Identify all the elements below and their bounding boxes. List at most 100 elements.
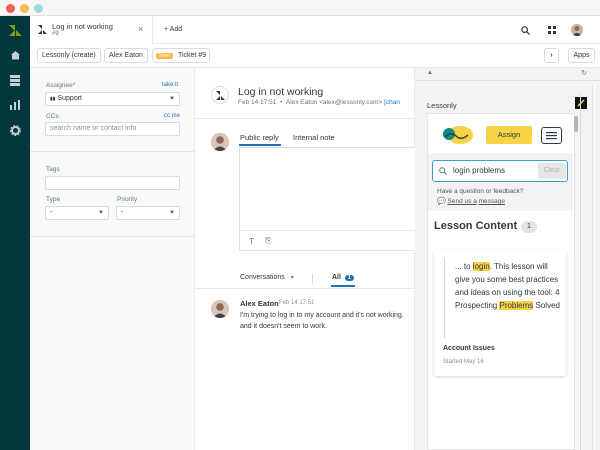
panel-scrollbar[interactable] <box>592 86 596 450</box>
product-tray-icon[interactable] <box>548 26 556 34</box>
app-scrollbar[interactable] <box>574 116 578 132</box>
tab-internal-note[interactable]: Internal note <box>293 133 335 142</box>
reload-icon[interactable]: ↻ <box>581 69 587 77</box>
ticket-channel-link[interactable]: [chan <box>384 99 400 106</box>
home-icon[interactable] <box>0 47 30 63</box>
filter-all-count: 1 <box>344 275 354 281</box>
ticket-meta: Feb 14 17:51 • Alex Eaton <alex@lessonly… <box>238 99 415 106</box>
lesson-content-heading: Lesson Content <box>434 220 518 232</box>
assignee-select[interactable]: ▮▮ Support ▼ <box>45 92 180 106</box>
chevron-down-icon: ▼ <box>169 210 175 216</box>
next-button[interactable]: › <box>544 48 559 63</box>
quote-bar <box>444 258 445 338</box>
send-us-link[interactable]: Send us a <box>448 198 477 205</box>
assign-button[interactable]: Assign <box>486 126 532 144</box>
editor-toolbar-divider <box>239 230 415 231</box>
window-titlebar <box>0 0 600 16</box>
chevron-down-icon: ▼ <box>169 96 175 102</box>
divider <box>415 80 600 81</box>
filter-all[interactable]: All 1 <box>332 274 354 281</box>
snippet-highlight: Problems <box>499 301 534 310</box>
ticket-requester: Alex Eaton <alex@lessonly.com> <box>285 99 383 106</box>
type-value: - <box>50 209 53 216</box>
text-format-icon[interactable]: T <box>249 237 254 246</box>
new-status-badge: New <box>156 53 174 59</box>
divider <box>30 236 195 237</box>
ticket-tab[interactable]: Log in not working #9 × <box>30 16 153 44</box>
channel-icon <box>211 86 229 104</box>
lessonly-app-logo <box>575 97 587 109</box>
group-icon: ▮▮ <box>50 96 56 102</box>
ticket-icon <box>38 25 47 34</box>
clear-button[interactable]: Clear <box>538 163 566 179</box>
agent-avatar <box>211 133 229 151</box>
admin-gear-icon[interactable] <box>0 122 30 138</box>
hamburger-icon <box>546 132 557 140</box>
priority-select[interactable]: - ▼ <box>116 206 180 220</box>
breadcrumb-ticket-label: Ticket #9 <box>177 52 207 59</box>
cc-me-link[interactable]: cc me <box>164 113 180 119</box>
close-window-button[interactable] <box>6 4 15 13</box>
search-value: login problems <box>453 166 506 175</box>
search-icon[interactable] <box>521 26 530 35</box>
breadcrumb-org[interactable]: Lessonly (create) <box>37 48 101 63</box>
result-title[interactable]: Account Issues <box>443 345 495 352</box>
divider <box>195 288 415 289</box>
breadcrumb-ticket[interactable]: New Ticket #9 <box>152 48 210 63</box>
lesson-search-input[interactable]: login problems Clear <box>432 160 568 182</box>
type-select[interactable]: - ▼ <box>45 206 109 220</box>
ccs-label: CCs <box>46 113 59 120</box>
snippet-text: ... to <box>455 262 471 271</box>
feedback-line: 💬 Send us a message <box>437 197 505 205</box>
ticket-main <box>195 68 415 450</box>
menu-button[interactable] <box>541 127 562 144</box>
close-tab-icon[interactable]: × <box>138 24 143 34</box>
tab-public-reply[interactable]: Public reply <box>240 133 279 142</box>
take-it-link[interactable]: take it <box>162 82 178 88</box>
maximize-window-button[interactable] <box>34 4 43 13</box>
minimize-window-button[interactable] <box>20 4 29 13</box>
tab-title: Log in not working <box>52 22 113 31</box>
filter-all-label: All <box>332 274 341 281</box>
lesson-snippet: ... to login. This lesson will give you … <box>455 260 561 312</box>
active-filter-indicator <box>331 285 355 287</box>
tags-input[interactable] <box>45 176 180 190</box>
chevron-down-icon: ▼ <box>289 275 295 281</box>
zendesk-logo-icon[interactable] <box>0 22 30 38</box>
message-time: Feb 14 17:51 <box>279 300 315 306</box>
conversations-filter[interactable]: Conversations ▼ <box>240 274 295 281</box>
conversations-label: Conversations <box>240 274 285 281</box>
breadcrumb-user[interactable]: Alex Eaton <box>104 48 148 63</box>
lesson-count-badge: 1 <box>521 221 537 233</box>
result-date: Started May 16 <box>443 359 484 365</box>
message-author: Alex Eaton <box>240 299 279 308</box>
ticket-subject[interactable]: Log in not working <box>238 86 323 98</box>
tags-label: Tags <box>46 166 60 173</box>
tab-subtitle: #9 <box>52 31 59 37</box>
search-icon <box>439 167 447 175</box>
snippet-highlight: login <box>472 262 490 271</box>
active-tab-indicator <box>239 144 281 146</box>
assignee-value: Support <box>57 95 82 102</box>
type-label: Type <box>46 196 61 203</box>
meta-separator: • <box>280 99 283 106</box>
priority-value: - <box>121 209 124 216</box>
reporting-icon[interactable] <box>0 97 30 113</box>
chat-bubble-icon: 💬 <box>437 198 446 205</box>
views-icon[interactable] <box>0 72 30 88</box>
user-avatar[interactable] <box>571 24 583 36</box>
message-body: I'm trying to log in to my account and i… <box>240 312 404 330</box>
divider <box>312 274 313 284</box>
requester-avatar <box>211 300 229 318</box>
divider <box>30 151 195 152</box>
priority-label: Priority <box>117 196 138 203</box>
feedback-question: Have a question or feedback? <box>437 188 524 195</box>
message-link[interactable]: message <box>479 198 505 205</box>
collapse-icon[interactable]: ▲ <box>427 70 433 76</box>
attachment-icon[interactable]: ⎘ <box>265 236 271 246</box>
lessonly-logo-icon <box>443 126 473 144</box>
add-tab-button[interactable]: + Add <box>164 26 182 33</box>
ticket-date: Feb 14 17:51 <box>238 99 277 106</box>
apps-button[interactable]: Apps <box>568 48 595 63</box>
ccs-input[interactable]: search name or contact info <box>45 122 180 136</box>
